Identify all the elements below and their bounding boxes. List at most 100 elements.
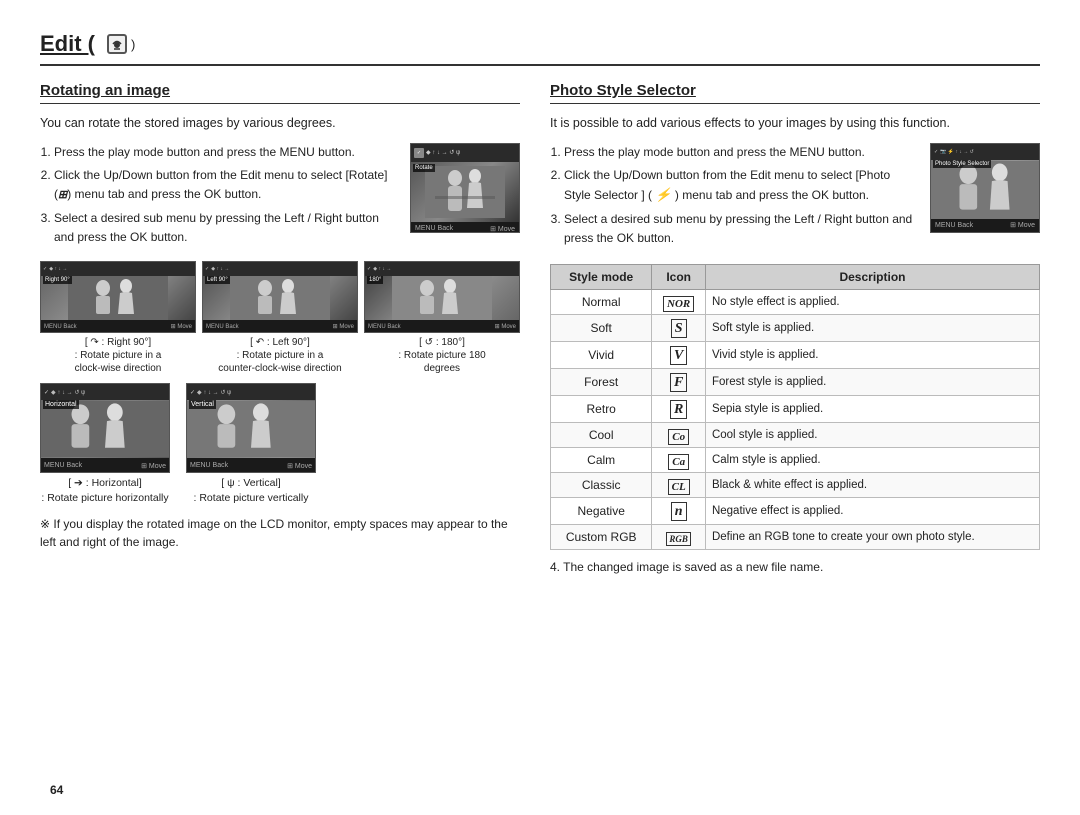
page-header: Edit ( )	[40, 30, 1040, 66]
flip-horiz-caption: [ ➔ : Horizontal]: Rotate picture horizo…	[41, 476, 168, 505]
step-3: Select a desired sub menu by pressing th…	[54, 209, 400, 247]
cam-sm-label2: Left 90°	[205, 276, 230, 284]
left-column: Rotating an image You can rotate the sto…	[40, 82, 520, 795]
cam-screen-right90: ✓ ◆ ↑ ↓ → Right 90°	[40, 261, 196, 333]
mode-soft: Soft	[551, 315, 652, 342]
cam-menu-back: MENU Back	[415, 225, 453, 232]
right-steps-area: Press the play mode button and press the…	[550, 143, 1040, 253]
mode-negative: Negative	[551, 498, 652, 525]
table-row: Cool Co Cool style is applied.	[551, 423, 1040, 448]
icon-calm: Ca	[652, 448, 706, 473]
page-number: 64	[50, 783, 63, 797]
table-row: Custom RGB RGB Define an RGB tone to cre…	[551, 525, 1040, 550]
table-row: Soft S Soft style is applied.	[551, 315, 1040, 342]
cam-sm-label3: 180°	[367, 276, 383, 284]
icon-cool: Co	[652, 423, 706, 448]
cam-label-rotate: Rotate	[413, 164, 435, 172]
content-columns: Rotating an image You can rotate the sto…	[40, 82, 1040, 795]
flip-vert-caption: [ ψ : Vertical]: Rotate picture vertical…	[194, 476, 309, 505]
rotate-options-row: ✓ ◆ ↑ ↓ → Right 90°	[40, 261, 520, 375]
rotate-180-item: ✓ ◆ ↑ ↓ → 180°	[364, 261, 520, 375]
cam-icon: ✓	[414, 148, 424, 158]
desc-soft: Soft style is applied.	[705, 315, 1039, 342]
page: Edit ( ) Rotating an image You can rotat…	[0, 0, 1080, 815]
desc-negative: Negative effect is applied.	[705, 498, 1039, 525]
icon-classic: CL	[652, 473, 706, 498]
cam-move: ⊞ Move	[490, 225, 515, 233]
cam-bottom: MENU Back ⊞ Move	[411, 222, 519, 233]
left-section-title: Rotating an image	[40, 82, 520, 104]
cam-sm-bot2: MENU Back ⊞ Move	[203, 321, 357, 332]
rotate-right90-caption: [ ↷ : Right 90°]: Rotate picture in aclo…	[75, 336, 162, 375]
step-2: Click the Up/Down button from the Edit m…	[54, 166, 400, 205]
icon-forest: F	[652, 369, 706, 396]
page-title: Edit (	[40, 31, 95, 57]
table-row: Calm Ca Calm style is applied.	[551, 448, 1040, 473]
flip-vertical-item: ✓ ◆ ↑ ↓ → ↺ ψ Vertical	[186, 383, 316, 505]
rotate-left90-caption: [ ↶ : Left 90°]: Rotate picture in acoun…	[218, 336, 341, 375]
rotate-right90-item: ✓ ◆ ↑ ↓ → Right 90°	[40, 261, 196, 375]
cam-screen-horiz: ✓ ◆ ↑ ↓ → ↺ ψ Horizontal	[40, 383, 170, 473]
cam-md-label2: Vertical	[189, 400, 216, 409]
flip-horizontal-item: ✓ ◆ ↑ ↓ → ↺ ψ Horizontal	[40, 383, 170, 505]
flip-options-row: ✓ ◆ ↑ ↓ → ↺ ψ Horizontal	[40, 383, 520, 505]
cam-sm-top: ✓ ◆ ↑ ↓ →	[41, 262, 195, 276]
cam-md-top2: ✓ ◆ ↑ ↓ → ↺ ψ	[187, 384, 315, 400]
cam-screen-left90: ✓ ◆ ↑ ↓ → Left 90°	[202, 261, 358, 333]
left-intro: You can rotate the stored images by vari…	[40, 114, 520, 133]
cam-sm-bot: MENU Back ⊞ Move	[41, 321, 195, 332]
table-row: Classic CL Black & white effect is appli…	[551, 473, 1040, 498]
table-row: Negative n Negative effect is applied.	[551, 498, 1040, 525]
icon-retro: R	[652, 396, 706, 423]
mode-forest: Forest	[551, 369, 652, 396]
mode-retro: Retro	[551, 396, 652, 423]
icon-soft: S	[652, 315, 706, 342]
cam-sm-top3: ✓ ◆ ↑ ↓ →	[365, 262, 519, 276]
mode-vivid: Vivid	[551, 342, 652, 369]
col-description: Description	[705, 265, 1039, 290]
cam-sm-image3	[365, 276, 519, 320]
right-step-2: Click the Up/Down button from the Edit m…	[564, 166, 920, 206]
cam-md-top: ✓ ◆ ↑ ↓ → ↺ ψ	[41, 384, 169, 400]
mode-custom-rgb: Custom RGB	[551, 525, 652, 550]
mode-normal: Normal	[551, 290, 652, 315]
table-row: Forest F Forest style is applied.	[551, 369, 1040, 396]
table-row: Normal NOR No style effect is applied.	[551, 290, 1040, 315]
mode-calm: Calm	[551, 448, 652, 473]
cam-screen-vert: ✓ ◆ ↑ ↓ → ↺ ψ Vertical	[186, 383, 316, 473]
col-icon: Icon	[652, 265, 706, 290]
cam-right-image	[931, 160, 1039, 220]
icon-vivid: V	[652, 342, 706, 369]
table-row: Vivid V Vivid style is applied.	[551, 342, 1040, 369]
cam-screen-180: ✓ ◆ ↑ ↓ → 180°	[364, 261, 520, 333]
icon-negative: n	[652, 498, 706, 525]
cam-right-label: Photo Style Selector	[933, 160, 991, 168]
desc-custom-rgb: Define an RGB tone to create your own ph…	[705, 525, 1039, 550]
mode-cool: Cool	[551, 423, 652, 448]
right-step-1: Press the play mode button and press the…	[564, 143, 920, 162]
cam-sm-bot3: MENU Back ⊞ Move	[365, 321, 519, 332]
desc-forest: Forest style is applied.	[705, 369, 1039, 396]
right-intro: It is possible to add various effects to…	[550, 114, 1040, 133]
right-step-3: Select a desired sub menu by pressing th…	[564, 210, 920, 248]
col-style-mode: Style mode	[551, 265, 652, 290]
left-note: ※ If you display the rotated image on th…	[40, 515, 520, 551]
cam-sm-label: Right 90°	[43, 276, 72, 284]
mode-classic: Classic	[551, 473, 652, 498]
right-section-title: Photo Style Selector	[550, 82, 1040, 104]
cam-sm-top2: ✓ ◆ ↑ ↓ →	[203, 262, 357, 276]
camera-screen-main: ✓ ◆ ↑ ↓ → ↺ ψ Rotate	[410, 143, 520, 233]
desc-normal: No style effect is applied.	[705, 290, 1039, 315]
icon-custom-rgb: RGB	[652, 525, 706, 550]
cam-right-bot: MENU Back ⊞ Move	[931, 219, 1039, 232]
right-column: Photo Style Selector It is possible to a…	[550, 82, 1040, 795]
cam-screen-right-col: ✓ 📷 ⚡ ↑ ↓ → ↺ Photo Style Selector	[930, 143, 1040, 233]
style-table: Style mode Icon Description Normal NOR N…	[550, 264, 1040, 550]
cam-md-bot2: MENU Back ⊞ Move	[187, 459, 315, 472]
rotate-left90-item: ✓ ◆ ↑ ↓ → Left 90°	[202, 261, 358, 375]
left-steps-area: Press the play mode button and press the…	[40, 143, 520, 251]
desc-calm: Calm style is applied.	[705, 448, 1039, 473]
desc-classic: Black & white effect is applied.	[705, 473, 1039, 498]
page-title-end: )	[131, 37, 135, 52]
rotate-180-caption: [ ↺ : 180°]: Rotate picture 180degrees	[398, 336, 485, 375]
